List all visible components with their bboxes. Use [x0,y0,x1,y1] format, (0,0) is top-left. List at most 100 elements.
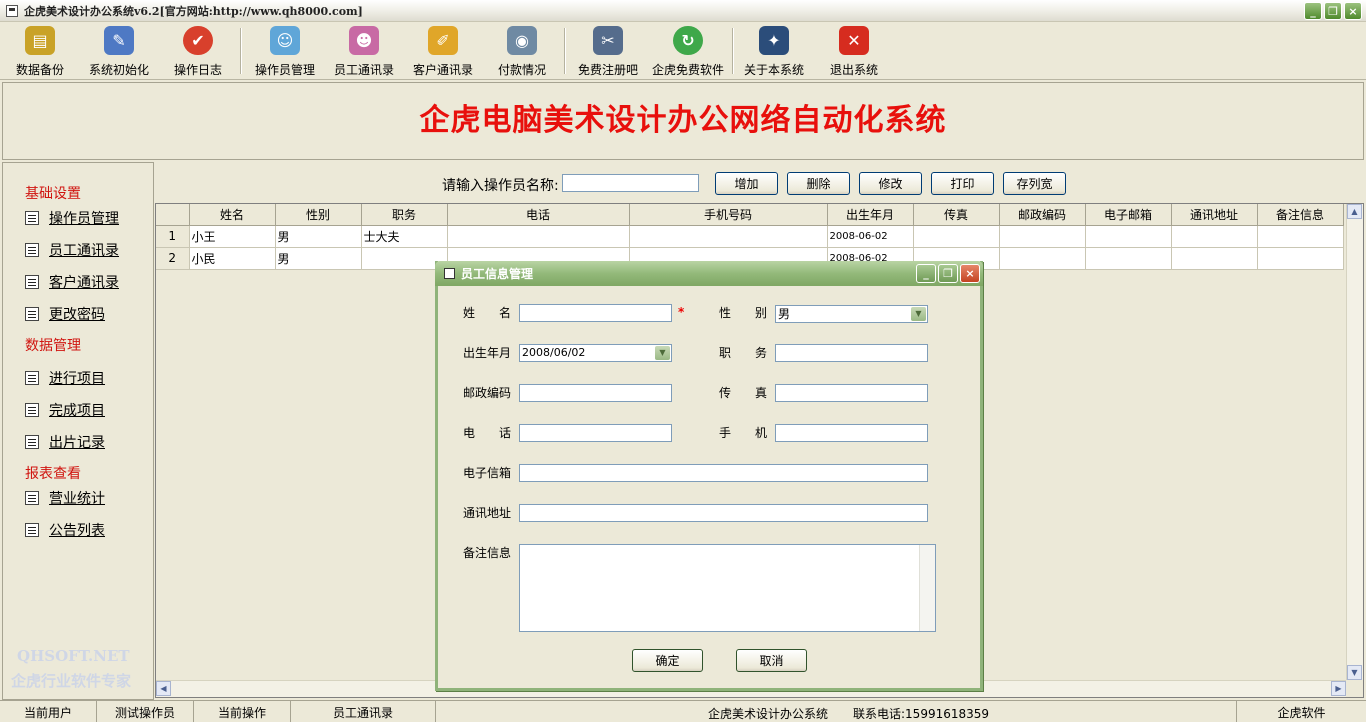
address-input[interactable] [519,504,928,522]
cell-mobile[interactable] [629,225,828,248]
sidebar-item-notices[interactable]: 公告列表 [25,520,105,540]
print-button[interactable]: 打印 [931,172,994,195]
birth-date-picker[interactable]: 2008/06/02 ▼ [519,344,672,362]
cell-phone[interactable] [447,225,630,248]
column-header-gender[interactable]: 性别 [275,204,362,226]
cell-birth[interactable]: 2008-06-02 [827,225,914,248]
dialog-minimize-button[interactable]: _ [916,264,936,283]
cell-email[interactable] [1085,225,1172,248]
column-header-address[interactable]: 通讯地址 [1171,204,1258,226]
fax-label: 传 真 [719,386,768,400]
column-header-zip[interactable]: 邮政编码 [999,204,1086,226]
scroll-right-icon[interactable]: ▶ [1331,681,1346,696]
email-input[interactable] [519,464,928,482]
column-header-name[interactable]: 姓名 [189,204,276,226]
employee-book-icon: ☻ [349,26,379,55]
init-icon: ✎ [104,26,134,55]
notes-scrollbar[interactable] [919,545,935,631]
toolbar-about-button[interactable]: ✦ 关于本系统 [743,24,805,78]
notes-textarea[interactable] [519,544,936,632]
dialog-close-button[interactable]: × [960,264,980,283]
toolbar-label: 操作员管理 [254,63,315,77]
dialog-title-bar[interactable]: 员工信息管理 _ ❐ × [435,261,983,286]
sidebar-item-customer-book[interactable]: 客户通讯录 [25,272,119,292]
minimize-button[interactable]: _ [1304,2,1322,20]
phone-label: 电 话 [463,426,512,440]
cell-notes[interactable] [1257,247,1344,270]
chevron-down-icon: ▼ [655,346,670,360]
name-input[interactable] [519,304,672,322]
column-header-title[interactable]: 职务 [361,204,448,226]
cell-title[interactable]: 士大夫 [361,225,448,248]
document-icon [25,275,39,289]
column-header-mobile[interactable]: 手机号码 [629,204,828,226]
column-header-fax[interactable]: 传真 [913,204,1000,226]
column-header-phone[interactable]: 电话 [447,204,630,226]
toolbar-payment-button[interactable]: ◉ 付款情况 [496,24,548,78]
position-input[interactable] [775,344,928,362]
column-header-email[interactable]: 电子邮箱 [1085,204,1172,226]
gender-select[interactable]: 男 ▼ [775,305,928,323]
gender-label: 性 别 [719,306,768,320]
window-controls: _ ❐ × [1304,2,1362,20]
edit-button[interactable]: 修改 [859,172,922,195]
toolbar-customer-book-button[interactable]: ✐ 客户通讯录 [412,24,474,78]
table-row[interactable]: 1 小王 男 士大夫 2008-06-02 [156,225,1344,248]
toolbar-register-button[interactable]: ✂ 免费注册吧 [577,24,639,78]
cell-address[interactable] [1171,225,1258,248]
sidebar-item-operator[interactable]: 操作员管理 [25,208,119,228]
toolbar-backup-button[interactable]: ▤ 数据备份 [14,24,66,78]
add-button[interactable]: 增加 [715,172,778,195]
cancel-button[interactable]: 取消 [736,649,807,672]
sidebar-item-change-password[interactable]: 更改密码 [25,304,105,324]
delete-button[interactable]: 删除 [787,172,850,195]
toolbar-log-button[interactable]: ✔ 操作日志 [172,24,224,78]
scroll-down-icon[interactable]: ▼ [1347,665,1362,680]
toolbar-free-software-button[interactable]: ↻ 企虎免费软件 [651,24,725,78]
scroll-up-icon[interactable]: ▲ [1347,204,1362,219]
sidebar-item-employee-book[interactable]: 员工通讯录 [25,240,119,260]
cell-zip[interactable] [999,225,1086,248]
fax-input[interactable] [775,384,928,402]
search-label: 请输入操作员名称: [442,178,559,194]
sidebar-group-data: 数据管理 [25,338,81,354]
main-toolbar: ▤ 数据备份 ✎ 系统初始化 ✔ 操作日志 ☺ 操作员管理 ☻ 员工通讯录 ✐ … [0,22,1366,80]
cell-notes[interactable] [1257,225,1344,248]
toolbar-operator-button[interactable]: ☺ 操作员管理 [254,24,316,78]
sidebar-item-film-record[interactable]: 出片记录 [25,432,105,452]
restore-button[interactable]: ❐ [1324,2,1342,20]
cell-address[interactable] [1171,247,1258,270]
phone-input[interactable] [519,424,672,442]
cell-name[interactable]: 小王 [189,225,276,248]
cell-email[interactable] [1085,247,1172,270]
toolbar-label: 数据备份 [15,63,64,77]
sidebar-item-ongoing[interactable]: 进行项目 [25,368,105,388]
toolbar-label: 系统初始化 [88,63,149,77]
cell-name[interactable]: 小民 [189,247,276,270]
zip-input[interactable] [519,384,672,402]
column-header-birth[interactable]: 出生年月 [827,204,914,226]
dialog-controls: _ ❐ × [916,264,980,283]
operator-name-input[interactable] [562,174,699,192]
toolbar-exit-button[interactable]: ✕ 退出系统 [828,24,880,78]
row-number: 1 [156,225,190,248]
close-button[interactable]: × [1344,2,1362,20]
dialog-maximize-button[interactable]: ❐ [938,264,958,283]
column-header-notes[interactable]: 备注信息 [1257,204,1344,226]
cell-zip[interactable] [999,247,1086,270]
sidebar-item-statistics[interactable]: 营业统计 [25,488,105,508]
save-column-width-button[interactable]: 存列宽 [1003,172,1066,195]
scroll-left-icon[interactable]: ◀ [156,681,171,696]
grid-vertical-scrollbar[interactable]: ▲ ▼ [1346,204,1363,680]
email-label: 电子信箱 [463,466,512,480]
mobile-input[interactable] [775,424,928,442]
cell-fax[interactable] [913,225,1000,248]
confirm-button[interactable]: 确定 [632,649,703,672]
cell-gender[interactable]: 男 [275,247,362,270]
sidebar-item-completed[interactable]: 完成项目 [25,400,105,420]
toolbar-employee-book-button[interactable]: ☻ 员工通讯录 [333,24,395,78]
toolbar-init-button[interactable]: ✎ 系统初始化 [88,24,150,78]
toolbar-label: 企虎免费软件 [651,63,724,77]
birth-label: 出生年月 [463,346,512,360]
cell-gender[interactable]: 男 [275,225,362,248]
